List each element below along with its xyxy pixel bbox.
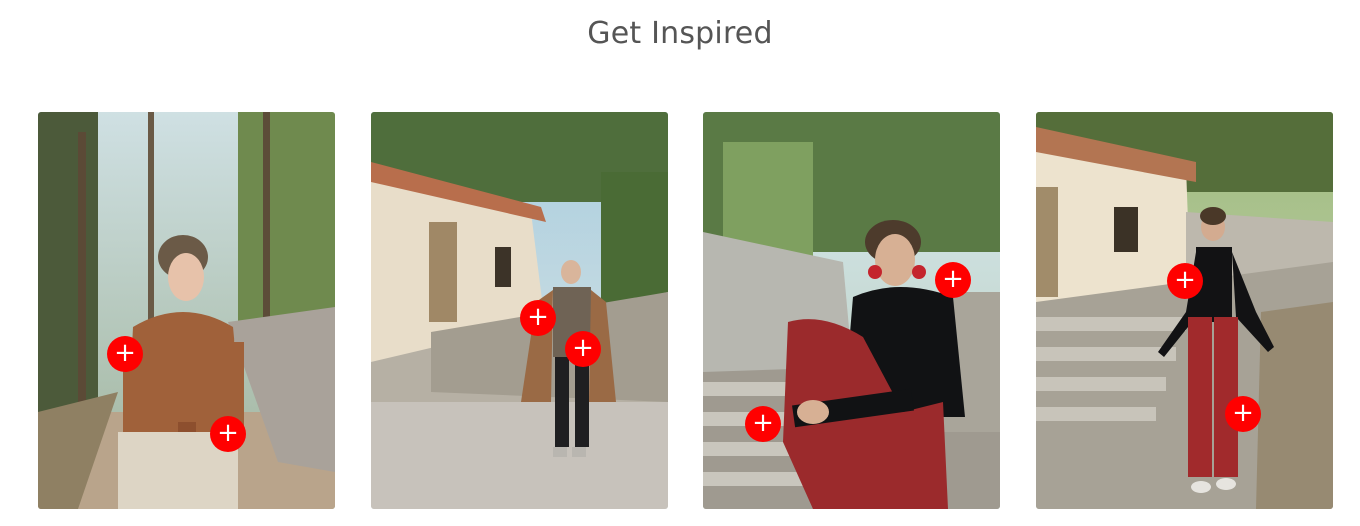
product-hotspot-button[interactable]: + (107, 336, 143, 372)
plus-icon: + (572, 333, 594, 363)
gallery-photo-4 (1036, 112, 1333, 509)
plus-icon: + (942, 264, 964, 294)
product-hotspot-button[interactable]: + (1167, 263, 1203, 299)
product-hotspot-button[interactable]: + (520, 300, 556, 336)
plus-icon: + (1232, 398, 1254, 428)
product-hotspot-button[interactable]: + (745, 406, 781, 442)
product-hotspot-button[interactable]: + (935, 262, 971, 298)
gallery-card-2[interactable]: + + (371, 112, 668, 509)
plus-icon: + (527, 302, 549, 332)
plus-icon: + (217, 418, 239, 448)
product-hotspot-button[interactable]: + (565, 331, 601, 367)
gallery-photo-1 (38, 112, 335, 509)
gallery-card-4[interactable]: + + (1036, 112, 1333, 509)
plus-icon: + (752, 408, 774, 438)
product-hotspot-button[interactable]: + (1225, 396, 1261, 432)
plus-icon: + (114, 338, 136, 368)
plus-icon: + (1174, 265, 1196, 295)
gallery-photo-2 (371, 112, 668, 509)
gallery-card-1[interactable]: + + (38, 112, 335, 509)
gallery-photo-3 (703, 112, 1000, 509)
page-title: Get Inspired (587, 16, 773, 51)
gallery-card-3[interactable]: + + (703, 112, 1000, 509)
product-hotspot-button[interactable]: + (210, 416, 246, 452)
